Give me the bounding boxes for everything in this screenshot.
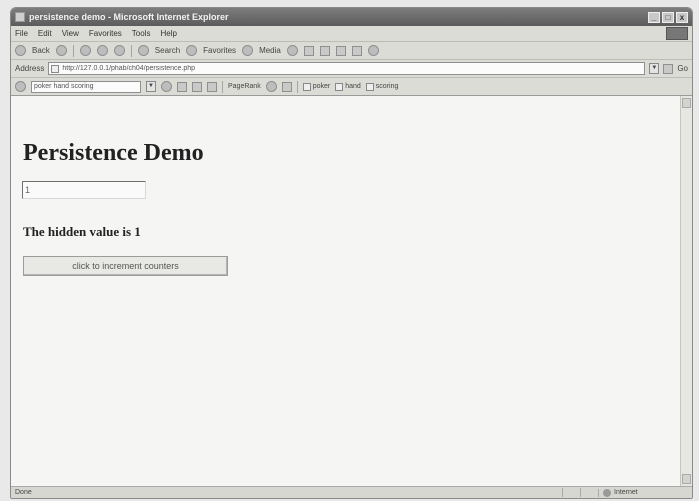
favorites-star-icon[interactable] bbox=[186, 45, 198, 56]
term-checkbox-icon bbox=[335, 82, 344, 91]
print-icon[interactable] bbox=[319, 45, 330, 56]
address-dropdown-button[interactable]: ▼ bbox=[649, 63, 660, 74]
browser-window: persistence demo - Microsoft Internet Ex… bbox=[10, 7, 693, 499]
maximize-button[interactable]: □ bbox=[662, 11, 674, 23]
menu-favorites[interactable]: Favorites bbox=[89, 29, 122, 38]
media-button-label[interactable]: Media bbox=[259, 46, 281, 55]
pagerank-label: PageRank bbox=[228, 83, 261, 90]
go-button-label[interactable]: Go bbox=[677, 64, 688, 73]
google-term-poker[interactable]: poker bbox=[302, 82, 331, 91]
stop-icon[interactable] bbox=[79, 45, 91, 56]
home-icon[interactable] bbox=[113, 45, 125, 56]
status-bar: Done Internet bbox=[11, 486, 692, 498]
page-icon bbox=[51, 64, 60, 73]
edit-icon[interactable] bbox=[335, 45, 346, 56]
scroll-up-icon[interactable] bbox=[682, 98, 691, 108]
title-bar: persistence demo - Microsoft Internet Ex… bbox=[11, 8, 692, 26]
menu-file[interactable]: File bbox=[15, 29, 28, 38]
status-text: Done bbox=[15, 489, 32, 496]
up-folder-icon[interactable] bbox=[207, 81, 217, 92]
search-web-icon[interactable] bbox=[161, 81, 172, 92]
standard-toolbar: Back Search Favorites Media bbox=[11, 42, 692, 60]
ie-app-icon bbox=[15, 12, 25, 22]
search-site-icon[interactable] bbox=[177, 81, 187, 92]
google-toolbar: poker hand scoring ▼ PageRank poker hand… bbox=[11, 78, 692, 96]
term-hand-label[interactable]: hand bbox=[345, 83, 361, 90]
history-icon[interactable] bbox=[286, 45, 298, 56]
window-title: persistence demo - Microsoft Internet Ex… bbox=[29, 12, 229, 22]
security-zone: Internet bbox=[598, 488, 688, 497]
menu-view[interactable]: View bbox=[62, 29, 79, 38]
google-term-scoring[interactable]: scoring bbox=[365, 82, 399, 91]
address-input[interactable]: http://127.0.0.1/phab/ch04/persistence.p… bbox=[48, 62, 646, 75]
menu-help[interactable]: Help bbox=[160, 29, 176, 38]
scroll-down-icon[interactable] bbox=[682, 474, 691, 484]
page-content: Persistence Demo The hidden value is 1 c… bbox=[11, 96, 680, 486]
menu-bar: File Edit View Favorites Tools Help bbox=[11, 26, 692, 42]
menu-tools[interactable]: Tools bbox=[132, 29, 151, 38]
page-heading: Persistence Demo bbox=[23, 140, 204, 166]
vertical-scrollbar[interactable] bbox=[680, 96, 692, 486]
google-search-input[interactable]: poker hand scoring bbox=[31, 80, 141, 93]
term-checkbox-icon bbox=[302, 82, 311, 91]
favorites-button-label[interactable]: Favorites bbox=[203, 46, 236, 55]
address-label: Address bbox=[15, 64, 45, 73]
status-pane bbox=[562, 488, 580, 497]
term-poker-label[interactable]: poker bbox=[313, 83, 331, 90]
term-scoring-label[interactable]: scoring bbox=[376, 83, 399, 90]
internet-globe-icon bbox=[603, 488, 611, 497]
status-pane bbox=[580, 488, 598, 497]
mail-icon[interactable] bbox=[303, 45, 314, 56]
go-arrow-icon[interactable] bbox=[663, 63, 674, 74]
search-icon[interactable] bbox=[137, 45, 149, 56]
increment-counters-button[interactable]: click to increment counters bbox=[23, 256, 228, 276]
menu-edit[interactable]: Edit bbox=[38, 29, 52, 38]
google-term-hand[interactable]: hand bbox=[335, 82, 361, 91]
hidden-value-text: The hidden value is 1 bbox=[23, 224, 141, 239]
google-search-dropdown[interactable]: ▼ bbox=[146, 81, 156, 92]
back-button-label[interactable]: Back bbox=[32, 46, 50, 55]
counter-text-input[interactable] bbox=[22, 181, 146, 199]
discuss-icon[interactable] bbox=[351, 45, 362, 56]
highlight-icon[interactable] bbox=[281, 81, 292, 92]
zone-label: Internet bbox=[614, 489, 638, 496]
google-logo-icon[interactable] bbox=[15, 81, 26, 92]
page-info-icon[interactable] bbox=[192, 81, 202, 92]
close-button[interactable]: x bbox=[676, 11, 688, 23]
minimize-button[interactable]: _ bbox=[648, 11, 660, 23]
popup-blocker-icon[interactable] bbox=[265, 81, 277, 92]
messenger-icon[interactable] bbox=[367, 45, 379, 56]
refresh-icon[interactable] bbox=[96, 45, 108, 56]
media-icon[interactable] bbox=[242, 45, 254, 56]
term-checkbox-icon bbox=[365, 82, 374, 91]
search-button-label[interactable]: Search bbox=[155, 46, 180, 55]
windows-logo-icon bbox=[666, 27, 688, 40]
back-arrow-icon[interactable] bbox=[15, 45, 26, 56]
forward-arrow-icon[interactable] bbox=[55, 45, 67, 56]
address-url[interactable]: http://127.0.0.1/phab/ch04/persistence.p… bbox=[62, 65, 642, 72]
address-bar: Address http://127.0.0.1/phab/ch04/persi… bbox=[11, 60, 692, 78]
